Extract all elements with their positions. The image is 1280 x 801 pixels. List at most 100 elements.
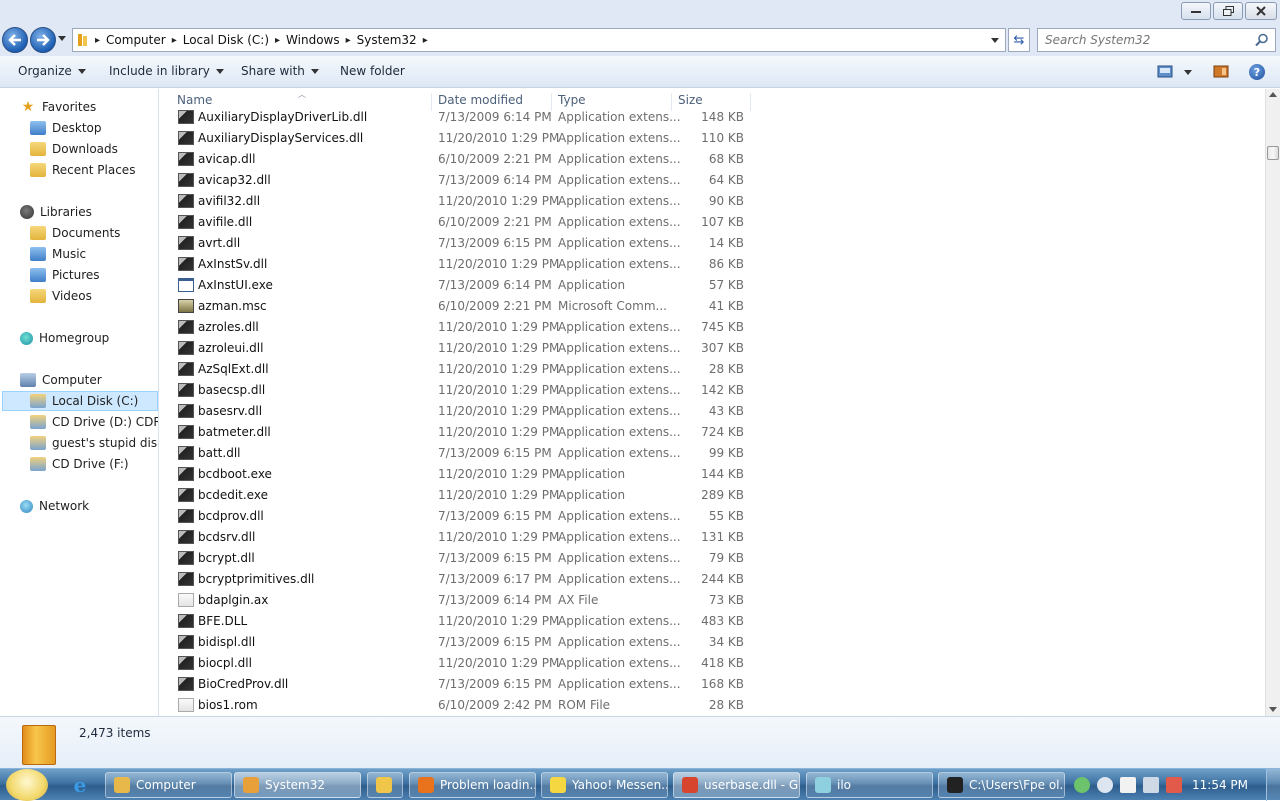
nav-local-disk-c[interactable]: Local Disk (C:) [2,391,158,411]
search-icon[interactable] [1255,33,1269,47]
nav-homegroup[interactable]: Homegroup [20,328,109,348]
breadcrumb-computer[interactable]: Computer [102,33,170,47]
clock[interactable]: 11:54 PM [1192,778,1248,792]
file-row[interactable]: bcrypt.dll 7/13/2009 6:15 PM Application e… [160,548,760,569]
file-row[interactable]: AuxiliaryDisplayDriverLib.dll 7/13/2009 6… [160,107,760,128]
network-icon[interactable] [1143,777,1159,793]
file-row[interactable]: AxInstUI.exe 7/13/2009 6:14 PM Application… [160,275,760,296]
nav-videos[interactable]: Videos [30,286,92,306]
file-row[interactable]: avrt.dll 7/13/2009 6:15 PM Application ext… [160,233,760,254]
share-with-button[interactable]: Share with [241,64,319,78]
file-row[interactable]: azroles.dll 11/20/2010 1:29 PM Application… [160,317,760,338]
taskbar-item-media[interactable] [367,772,403,798]
nav-downloads[interactable]: Downloads [30,139,118,159]
address-history-dropdown[interactable] [991,38,999,43]
nav-favorites[interactable]: ★ Favorites [20,97,97,117]
chevron-right-icon[interactable]: ▸ [273,35,282,46]
view-options-dropdown[interactable] [1184,70,1192,75]
scroll-up-arrow-icon[interactable] [1269,92,1277,97]
file-row[interactable]: basesrv.dll 11/20/2010 1:29 PM Application… [160,401,760,422]
taskbar-item-ilo[interactable]: ilo [806,772,933,798]
caret-down-icon [215,68,224,74]
internet-explorer-icon[interactable]: e [68,773,92,797]
nav-documents[interactable]: Documents [30,223,120,243]
file-row[interactable]: avifile.dll 6/10/2009 2:21 PM Application … [160,212,760,233]
file-row[interactable]: avicap32.dll 7/13/2009 6:14 PM Application… [160,170,760,191]
taskbar-item-userbase[interactable]: userbase.dll - G... [673,772,800,798]
nav-pictures[interactable]: Pictures [30,265,100,285]
back-button[interactable] [2,27,28,53]
address-bar[interactable]: ▸ Computer ▸ Local Disk (C:) ▸ Windows ▸… [72,28,1006,52]
nav-cd-drive-f[interactable]: CD Drive (F:) [30,454,129,474]
file-row[interactable]: azroleui.dll 11/20/2010 1:29 PM Applicatio… [160,338,760,359]
file-row[interactable]: AuxiliaryDisplayServices.dll 11/20/2010 1… [160,128,760,149]
nav-desktop[interactable]: Desktop [30,118,102,138]
file-row[interactable]: bcdedit.exe 11/20/2010 1:29 PM Application… [160,485,760,506]
vertical-scrollbar[interactable] [1265,89,1280,716]
file-row[interactable]: avicap.dll 6/10/2009 2:21 PM Application e… [160,149,760,170]
file-row[interactable]: bidispl.dll 7/13/2009 6:15 PM Application … [160,632,760,653]
file-type: Application extens... [558,362,681,376]
forward-button[interactable] [30,27,56,53]
include-in-library-button[interactable]: Include in library [109,64,224,78]
file-row[interactable]: bios1.rom 6/10/2009 2:42 PM ROM File 28 KB [160,695,760,716]
taskbar-item-command-prompt[interactable]: C:\Users\Fpe ol... [938,772,1065,798]
chevron-right-icon[interactable]: ▸ [170,35,179,46]
show-desktop-button[interactable] [1266,769,1280,801]
search-box[interactable] [1037,28,1276,52]
chevron-right-icon[interactable]: ▸ [344,35,353,46]
file-row[interactable]: avifil32.dll 11/20/2010 1:29 PM Applicatio… [160,191,760,212]
nav-computer[interactable]: Computer [20,370,102,390]
notification-icon[interactable] [1097,777,1113,793]
nav-recent-places[interactable]: Recent Places [30,160,135,180]
preview-pane-icon[interactable] [1213,65,1229,78]
change-view-icon[interactable] [1157,65,1173,78]
file-name: bcdprov.dll [198,509,264,523]
taskbar-item-yahoo-messenger[interactable]: Yahoo! Messen... [541,772,668,798]
chevron-right-icon[interactable]: ▸ [93,35,102,46]
file-row[interactable]: bcdsrv.dll 11/20/2010 1:29 PM Application … [160,527,760,548]
nav-libraries[interactable]: Libraries [20,202,92,222]
help-button[interactable]: ? [1249,64,1265,80]
nav-network[interactable]: Network [20,496,89,516]
file-type: Application extens... [558,446,681,460]
nav-cd-drive-d[interactable]: CD Drive (D:) CDROM [30,412,158,432]
breadcrumb-windows[interactable]: Windows [282,33,344,47]
refresh-button[interactable]: ⇆ [1008,28,1030,52]
antivirus-icon[interactable] [1074,777,1090,793]
breadcrumb-local-disk[interactable]: Local Disk (C:) [179,33,273,47]
file-row[interactable]: bcdboot.exe 11/20/2010 1:29 PM Application… [160,464,760,485]
file-row[interactable]: bcdprov.dll 7/13/2009 6:15 PM Application … [160,506,760,527]
close-button[interactable] [1245,2,1277,20]
file-row[interactable]: AzSqlExt.dll 11/20/2010 1:29 PM Applicatio… [160,359,760,380]
search-input[interactable] [1038,29,1248,51]
file-row[interactable]: bdaplgin.ax 7/13/2009 6:14 PM AX File 73 KB [160,590,760,611]
file-row[interactable]: biocpl.dll 11/20/2010 1:29 PM Application … [160,653,760,674]
breadcrumb-system32[interactable]: System32 [353,33,421,47]
volume-muted-icon[interactable] [1166,777,1182,793]
file-row[interactable]: batmeter.dll 11/20/2010 1:29 PM Applicatio… [160,422,760,443]
taskbar-item-computer[interactable]: Computer [105,772,232,798]
taskbar-item-system32[interactable]: System32 [234,772,361,798]
flag-icon[interactable] [1120,777,1136,793]
start-button[interactable] [6,769,48,801]
file-row[interactable]: batt.dll 7/13/2009 6:15 PM Application ext… [160,443,760,464]
file-row[interactable]: bcryptprimitives.dll 7/13/2009 6:17 PM App… [160,569,760,590]
recent-pages-dropdown[interactable] [58,36,66,41]
scrollbar-thumb[interactable] [1267,146,1279,160]
new-folder-button[interactable]: New folder [340,64,405,78]
scroll-down-arrow-icon[interactable] [1269,707,1277,712]
organize-button[interactable]: Organize [18,64,86,78]
file-row[interactable]: BioCredProv.dll 7/13/2009 6:15 PM Applicat… [160,674,760,695]
file-row[interactable]: basecsp.dll 11/20/2010 1:29 PM Application… [160,380,760,401]
restore-button[interactable] [1213,2,1243,20]
file-row[interactable]: AxInstSv.dll 11/20/2010 1:29 PM Applicatio… [160,254,760,275]
nav-guest-disk[interactable]: guest's stupid disk-u [30,433,158,453]
file-type: Application extens... [558,635,681,649]
taskbar-item-browser[interactable]: Problem loadin... [409,772,536,798]
nav-music[interactable]: Music [30,244,86,264]
file-row[interactable]: azman.msc 6/10/2009 2:21 PM Microsoft Comm… [160,296,760,317]
minimize-button[interactable] [1181,2,1211,20]
chevron-right-icon[interactable]: ▸ [421,35,430,46]
file-row[interactable]: BFE.DLL 11/20/2010 1:29 PM Application ext… [160,611,760,632]
